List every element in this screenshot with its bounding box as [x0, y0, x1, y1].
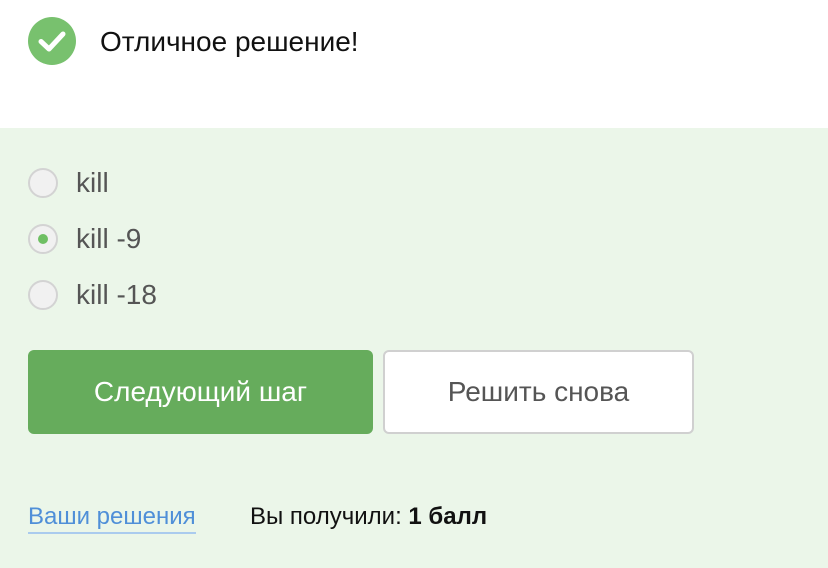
option-label: kill	[76, 167, 109, 198]
your-solutions-link[interactable]: Ваши решения	[28, 502, 196, 534]
answer-panel: kill kill -9 kill -18 Следующий шаг Реши…	[0, 128, 828, 568]
radio-button[interactable]	[28, 168, 58, 198]
radio-button[interactable]	[28, 280, 58, 310]
score-value: 1 балл	[408, 503, 488, 530]
option-kill[interactable]: kill	[28, 166, 109, 200]
next-step-button[interactable]: Следующий шаг	[28, 350, 373, 434]
option-kill-9[interactable]: kill -9	[28, 222, 141, 256]
option-label: kill -18	[76, 279, 157, 310]
result-header: Отличное решение!	[0, 0, 828, 128]
radio-button-selected[interactable]	[28, 224, 58, 254]
option-kill-18[interactable]: kill -18	[28, 278, 157, 312]
score-prefix: Вы получили:	[250, 503, 402, 530]
score-status: Вы получили: 1 балл	[250, 502, 487, 532]
result-title: Отличное решение!	[100, 26, 359, 57]
solve-again-button[interactable]: Решить снова	[383, 350, 694, 434]
check-circle-icon	[28, 17, 76, 65]
option-label: kill -9	[76, 223, 142, 254]
